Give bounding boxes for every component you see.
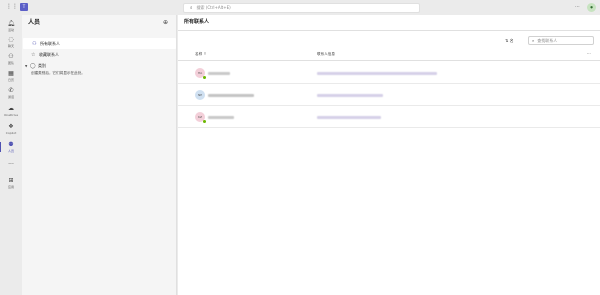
chat-icon: ◌ — [8, 36, 14, 43]
search-input[interactable]: ⌕ 搜索 (Ctrl+Alt+E) — [183, 3, 420, 13]
rail-item-people[interactable]: ⚉ 人员 — [0, 140, 22, 157]
avatar[interactable]: ● — [587, 3, 596, 12]
nav-item-favorites[interactable]: ☆ 收藏联系人 — [22, 49, 177, 60]
search-icon: ⌕ — [532, 38, 535, 43]
title-bar: ⋮⋮ T ⌕ 搜索 (Ctrl+Alt+E) ··· ● — [0, 0, 600, 15]
rail-item-calendar[interactable]: ▦ 日历 — [0, 69, 22, 86]
rail-item-copilot[interactable]: ❖ Copilot — [0, 122, 22, 139]
app-launcher-icon[interactable]: ⋮⋮ — [6, 4, 18, 10]
contact-search-input[interactable]: ⌕ 查找联系人 — [528, 36, 594, 45]
phone-icon: ✆ — [8, 87, 14, 94]
contact-email-redacted — [317, 116, 381, 119]
active-indicator — [0, 142, 1, 152]
avatar: NP — [195, 90, 205, 100]
category-hint: 创建类别后，它们将显示在此处。 — [31, 71, 85, 75]
teams-icon: ⚇ — [8, 53, 14, 60]
category-section-header[interactable]: ▼ ◯ 类别 — [22, 60, 177, 71]
bell-icon: 🔔︎ — [7, 20, 15, 27]
search-icon: ⌕ — [190, 6, 193, 11]
column-header-contact-info: 联系人信息 — [317, 52, 335, 56]
rail-item-activity[interactable]: 🔔︎ 活动 — [0, 19, 22, 36]
contacts-title: 所有联系人 — [184, 19, 210, 25]
cloud-icon: ☁ — [8, 105, 14, 112]
contact-email-redacted — [317, 94, 383, 97]
search-placeholder: 搜索 (Ctrl+Alt+E) — [196, 5, 231, 10]
people-icon: ⚉ — [8, 141, 14, 148]
star-icon: ☆ — [31, 51, 36, 58]
teams-logo-icon: T — [20, 3, 28, 11]
divider — [178, 30, 600, 31]
nav-item-label: 收藏联系人 — [39, 51, 59, 57]
contact-email-redacted — [317, 72, 437, 75]
more-icon: ··· — [8, 161, 14, 168]
table-row[interactable]: NP — [178, 85, 600, 106]
apps-icon: ⊞ — [8, 177, 14, 184]
nav-item-all-contacts[interactable]: ⚇ 所有联系人 — [23, 38, 176, 49]
presence-icon — [203, 120, 206, 123]
copilot-icon: ❖ — [8, 123, 14, 130]
column-options-button[interactable]: ··· — [587, 52, 591, 56]
tag-icon: ◯ — [30, 62, 36, 69]
calendar-icon: ▦ — [8, 70, 14, 77]
presence-icon — [203, 76, 206, 79]
table-header — [178, 50, 600, 61]
add-contact-icon[interactable]: ⊕ — [163, 20, 168, 26]
column-header-name[interactable]: 名称 ↑ — [195, 52, 207, 57]
sort-button[interactable]: ⇅ 名 — [505, 39, 514, 43]
sort-ascending-icon: ↑ — [203, 52, 207, 56]
rail-item-more[interactable]: ··· — [0, 160, 22, 177]
rail-item-calls[interactable]: ✆ 通话 — [0, 86, 22, 103]
contact-name-redacted — [208, 94, 254, 97]
contact-name-redacted — [208, 116, 234, 119]
contact-search-placeholder: 查找联系人 — [537, 37, 558, 43]
nav-item-label: 所有联系人 — [40, 40, 60, 46]
people-icon: ⚇ — [32, 40, 37, 47]
rail-item-teams[interactable]: ⚇ 团队 — [0, 52, 22, 69]
contact-name-redacted — [208, 72, 230, 75]
more-options-button[interactable]: ··· — [575, 5, 580, 10]
rail-item-chat[interactable]: ◌ 聊天 — [0, 35, 22, 52]
rail-item-onedrive[interactable]: ☁ OneDrive — [0, 104, 22, 121]
rail-item-apps[interactable]: ⊞ 应用 — [0, 176, 22, 193]
table-row[interactable]: HA — [178, 63, 600, 84]
section-label: 类别 — [38, 62, 46, 68]
page-title: 人员 — [28, 19, 41, 26]
table-row[interactable]: KZ — [178, 107, 600, 128]
